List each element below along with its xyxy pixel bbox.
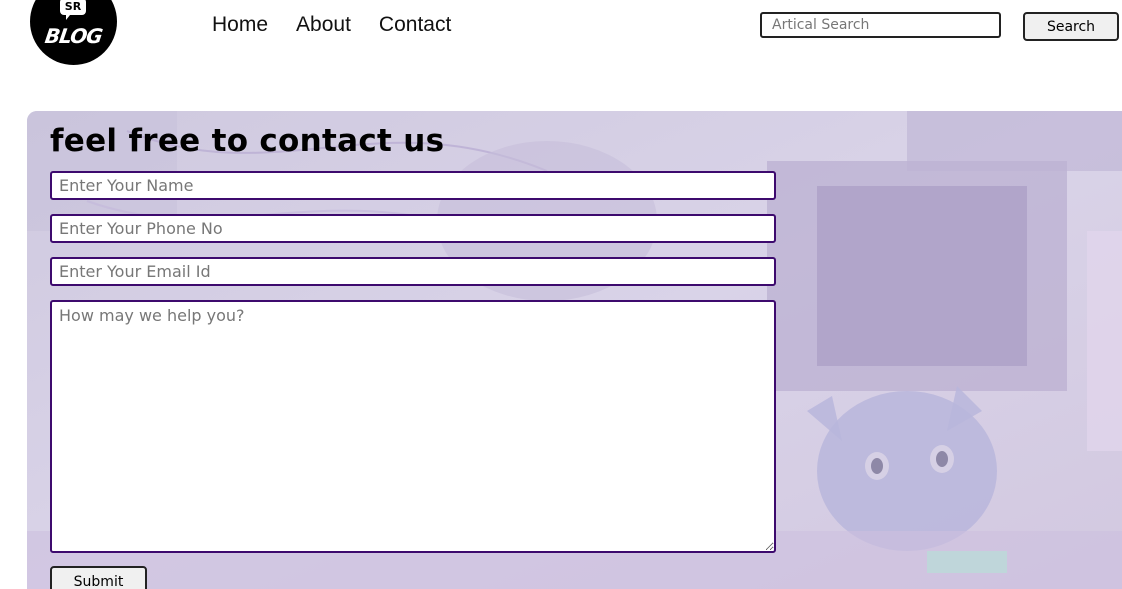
submit-button[interactable]: Submit bbox=[50, 566, 147, 589]
logo-word: BLOG bbox=[43, 24, 104, 48]
site-header: SR BLOG Home About Contact Search bbox=[0, 0, 1122, 80]
article-search-input[interactable] bbox=[760, 12, 1001, 38]
logo-badge: SR bbox=[60, 0, 86, 20]
nav-about-link[interactable]: About bbox=[296, 13, 351, 37]
nav-home-link[interactable]: Home bbox=[212, 13, 268, 37]
contact-form: feel free to contact us Submit bbox=[27, 111, 1122, 589]
nav-contact-link[interactable]: Contact bbox=[379, 13, 451, 37]
contact-panel: feel free to contact us Submit bbox=[27, 111, 1122, 589]
main-nav: Home About Contact bbox=[212, 13, 451, 37]
contact-title: feel free to contact us bbox=[50, 123, 445, 159]
site-logo[interactable]: SR BLOG bbox=[30, 0, 117, 65]
phone-field[interactable] bbox=[50, 214, 776, 243]
search-button[interactable]: Search bbox=[1023, 12, 1119, 41]
message-textarea[interactable] bbox=[50, 300, 776, 553]
name-field[interactable] bbox=[50, 171, 776, 200]
email-field[interactable] bbox=[50, 257, 776, 286]
